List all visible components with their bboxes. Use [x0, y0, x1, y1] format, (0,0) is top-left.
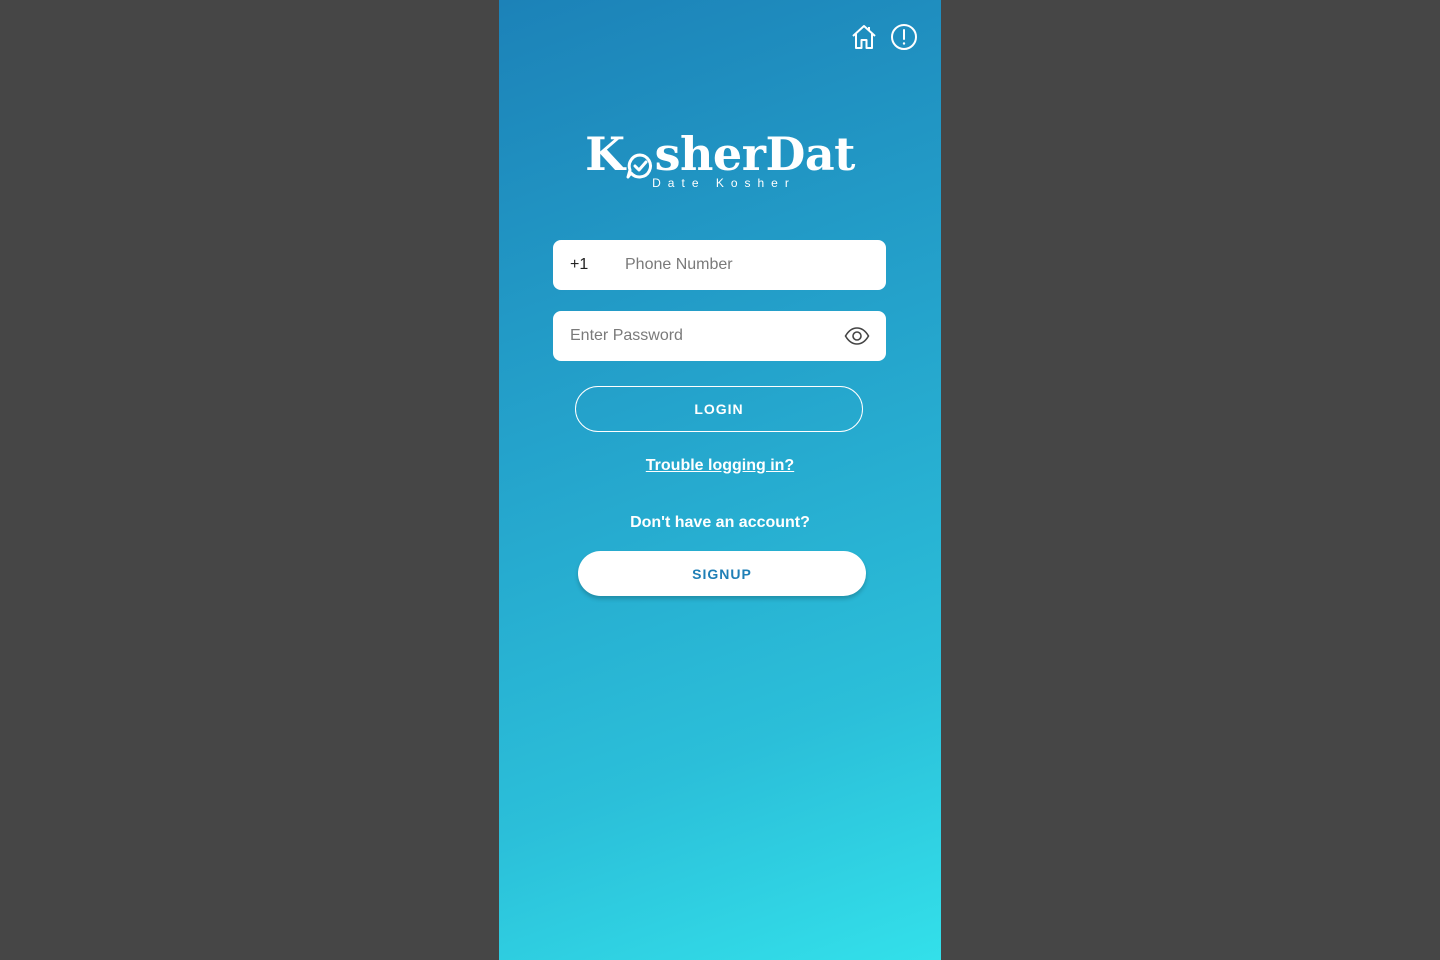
- top-icon-bar: [849, 22, 919, 52]
- login-button[interactable]: LOGIN: [575, 386, 863, 432]
- home-icon[interactable]: [849, 22, 879, 52]
- phone-field: +1: [553, 239, 886, 291]
- signup-button[interactable]: SIGNUP: [578, 551, 866, 596]
- phone-number-input[interactable]: [623, 239, 886, 291]
- eye-icon[interactable]: [844, 323, 870, 349]
- password-input[interactable]: [553, 310, 844, 362]
- brand-name: KsherDat: [585, 126, 855, 182]
- brand-logo: KsherDat Date Kosher: [499, 126, 941, 190]
- app-screen: KsherDat Date Kosher +1 LOGIN Trouble lo…: [499, 0, 941, 960]
- brand-tagline: Date Kosher: [652, 176, 796, 190]
- trouble-logging-in-link[interactable]: Trouble logging in?: [499, 457, 941, 475]
- password-field: [553, 310, 886, 362]
- check-bubble-icon: [625, 137, 655, 179]
- brand-name-part2: sherDat: [654, 127, 856, 181]
- alert-icon[interactable]: [889, 22, 919, 52]
- brand-name-part1: K: [585, 127, 625, 181]
- no-account-text: Don't have an account?: [630, 514, 810, 531]
- country-code[interactable]: +1: [553, 256, 623, 274]
